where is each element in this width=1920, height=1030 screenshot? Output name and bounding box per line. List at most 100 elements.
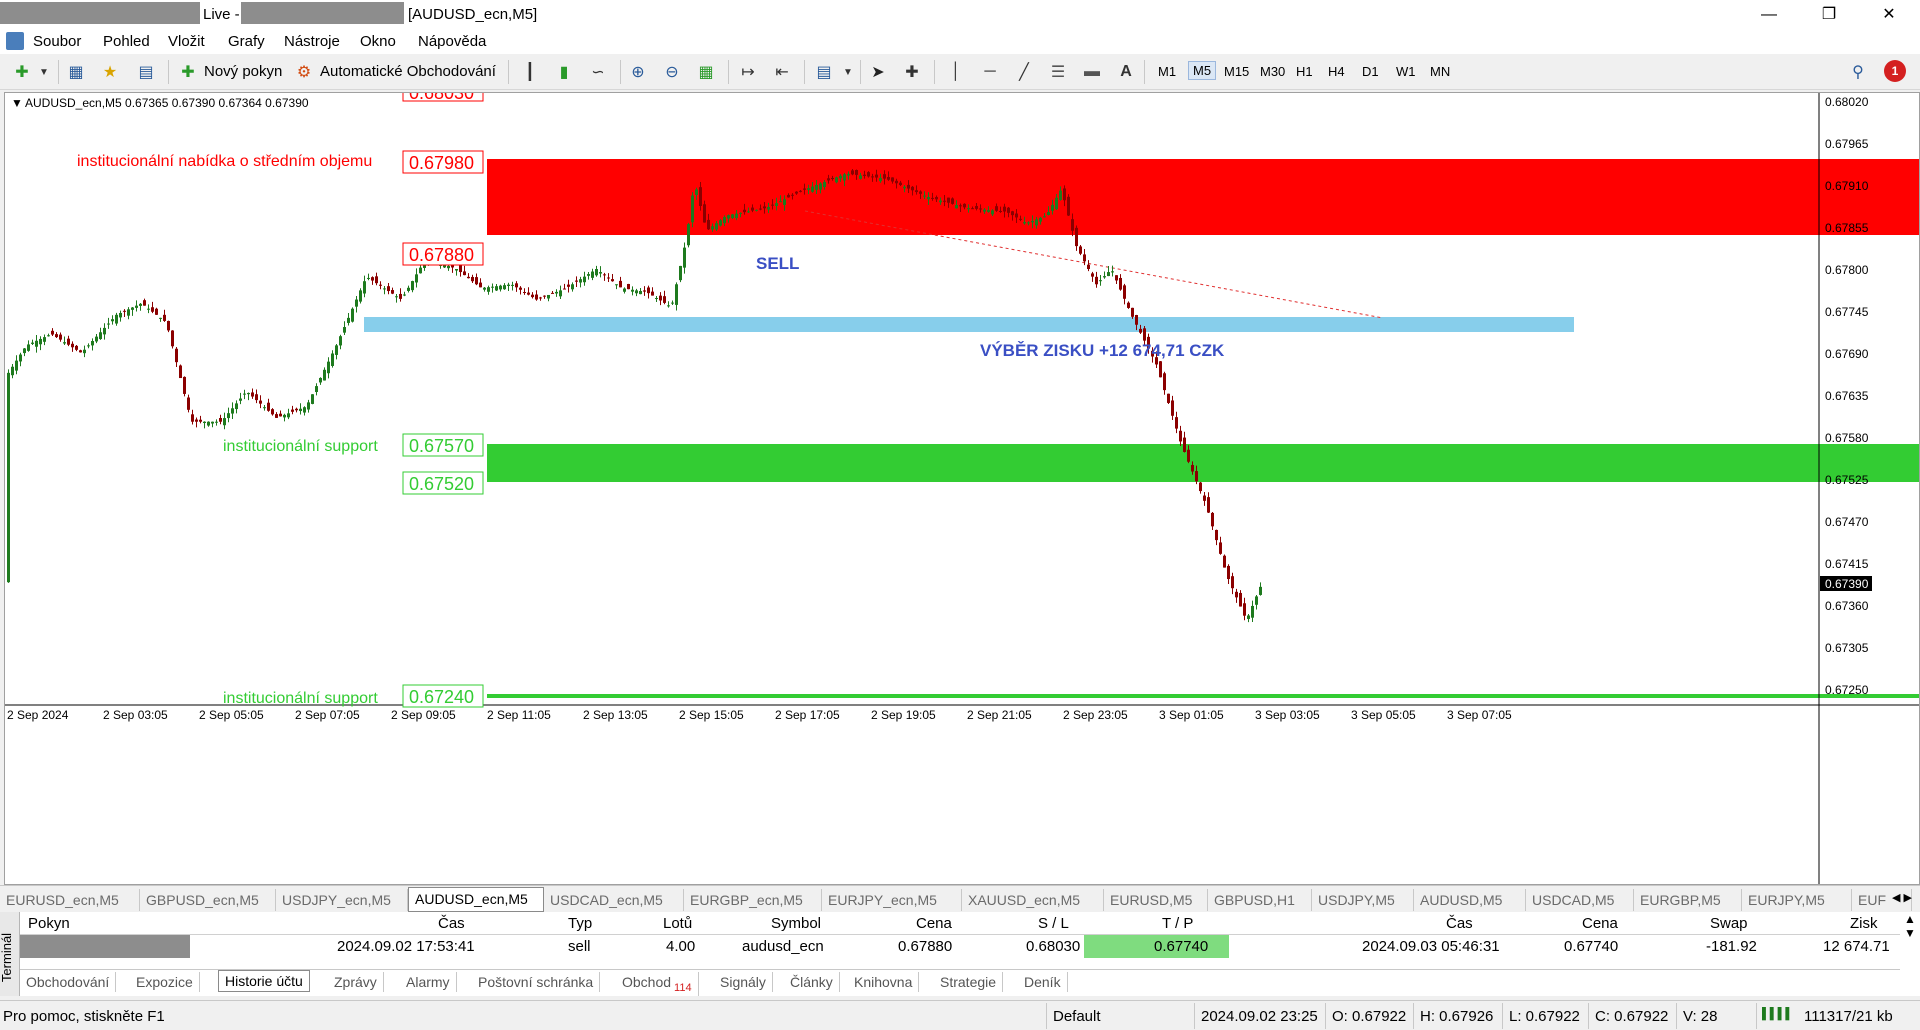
symbol-tab[interactable]: USDJPY_ecn,M5 [276,889,408,911]
vertical-line-icon[interactable]: │ [944,60,968,84]
new-order-button[interactable]: Nový pokyn [204,63,282,80]
auto-scroll-icon[interactable]: ↦ [736,60,760,84]
notification-badge[interactable]: 1 [1884,60,1906,82]
timeframe-d1[interactable]: D1 [1358,63,1383,80]
menu-soubor[interactable]: Soubor [33,33,81,50]
col-lotu[interactable]: Lotů [663,915,692,932]
text-tool-icon[interactable]: A [1114,60,1138,84]
symbol-tab[interactable]: EURGBP,M5 [1634,889,1742,911]
profiles-icon[interactable]: ▦ [64,60,88,84]
trendline-icon[interactable]: ╱ [1012,60,1036,84]
symbol-tab[interactable]: AUDUSD_ecn,M5 [408,887,544,912]
cursor-icon[interactable]: ➤ [866,60,890,84]
zoom-out-icon[interactable]: ⊖ [660,60,684,84]
terminal-tab[interactable]: Poštovní schránka [472,972,601,992]
chart-canvas[interactable]: 0.68020 0.67965 0.67910 0.67855 0.67800 … [5,93,1919,884]
symbol-tab[interactable]: GBPUSD_ecn,M5 [140,889,276,911]
fibonacci-icon[interactable]: ☰ [1046,60,1070,84]
favorites-icon[interactable]: ★ [98,60,122,84]
timeframe-m15[interactable]: M15 [1220,63,1253,80]
col-swap[interactable]: Swap [1710,915,1748,932]
candlestick-icon[interactable]: ▮ [552,60,576,84]
candle-body [939,200,942,203]
candle-body [367,277,370,279]
col-cas-close[interactable]: Čas [1446,915,1473,932]
new-chart-icon[interactable]: ✚ [10,60,34,84]
minimize-icon[interactable]: — [1746,0,1792,29]
status-profile[interactable]: Default [1053,1008,1101,1025]
terminal-tab[interactable]: Obchodování [20,972,117,992]
candle-body [719,220,722,226]
terminal-tab[interactable]: Články [784,972,840,992]
terminal-tab[interactable]: Obchod 114 [616,972,699,996]
menu-okno[interactable]: Okno [360,33,396,50]
indicators-icon[interactable]: ▤ [812,60,836,84]
col-zisk[interactable]: Zisk [1850,915,1878,932]
new-order-icon[interactable]: ✚ [176,60,200,84]
table-row[interactable]: 2024.09.02 17:53:41 sell 4.00 audusd_ecn… [20,935,1900,958]
indicators-dropdown-icon[interactable]: ▼ [836,60,860,84]
terminal-tab[interactable]: Zprávy [328,972,384,992]
timeframe-h4[interactable]: H4 [1324,63,1349,80]
scroll-arrows[interactable]: ▲ ▼ [1900,912,1920,969]
terminal-tab[interactable]: Signály [714,972,773,992]
navigator-icon[interactable]: ▤ [134,60,158,84]
tabs-scroll-arrows[interactable]: ◀ ▶ [1892,891,1912,904]
bar-chart-icon[interactable]: ┃ [518,60,542,84]
symbol-tab[interactable]: USDJPY,M5 [1312,889,1414,911]
symbol-tab[interactable]: EURJPY,M5 [1742,889,1852,911]
col-typ[interactable]: Typ [568,915,592,932]
symbol-tab[interactable]: EURGBP_ecn,M5 [684,889,822,911]
symbol-tab[interactable]: EURUSD_ecn,M5 [0,889,140,911]
terminal-tab[interactable]: Historie účtu [218,970,310,992]
timeframe-m1[interactable]: M1 [1154,63,1180,80]
candle-body [791,194,794,196]
timeframe-h1[interactable]: H1 [1292,63,1317,80]
menu-pohled[interactable]: Pohled [103,33,150,50]
terminal-side-label[interactable]: Terminál [0,912,20,996]
col-tp[interactable]: T / P [1162,915,1193,932]
crosshair-icon[interactable]: ✚ [900,60,924,84]
auto-trading-icon[interactable]: ⚙ [292,60,316,84]
symbol-tab[interactable]: GBPUSD,H1 [1208,889,1312,911]
timeframe-w1[interactable]: W1 [1392,63,1420,80]
terminal-tab[interactable]: Knihovna [848,972,920,992]
terminal-tab[interactable]: Alarmy [400,972,457,992]
symbol-tab[interactable]: USDCAD_ecn,M5 [544,889,684,911]
horizontal-line-icon[interactable]: ─ [978,60,1002,84]
col-sl[interactable]: S / L [1038,915,1069,932]
symbol-tab[interactable]: XAUUSD_ecn,M5 [962,889,1104,911]
candle-body [379,284,382,286]
symbol-tab[interactable]: USDCAD,M5 [1526,889,1634,911]
menu-vlozit[interactable]: Vložit [168,33,205,50]
chart-shift-icon[interactable]: ⇤ [770,60,794,84]
app-menu-icon[interactable] [6,32,24,50]
timeframe-m5[interactable]: M5 [1188,61,1217,80]
auto-trading-button[interactable]: Automatické Obchodování [320,63,496,80]
price-chart[interactable]: 0.68020 0.67965 0.67910 0.67855 0.67800 … [4,92,1920,885]
terminal-tab[interactable]: Strategie [934,972,1004,992]
col-symbol[interactable]: Symbol [771,915,821,932]
symbol-tab[interactable]: EURUSD,M5 [1104,889,1208,911]
terminal-tab[interactable]: Expozice [130,972,200,992]
symbol-tab[interactable]: EURJPY_ecn,M5 [822,889,962,911]
col-cas[interactable]: Čas [438,915,465,932]
terminal-tab[interactable]: Deník [1018,972,1068,992]
timeframe-m30[interactable]: M30 [1256,63,1289,80]
col-pokyn[interactable]: Pokyn [28,915,70,932]
shapes-icon[interactable]: ▬ [1080,60,1104,84]
search-icon[interactable]: ⚲ [1846,60,1870,84]
menu-nastroje[interactable]: Nástroje [284,33,340,50]
timeframe-mn[interactable]: MN [1426,63,1454,80]
zoom-in-icon[interactable]: ⊕ [626,60,650,84]
col-cena[interactable]: Cena [916,915,952,932]
menu-grafy[interactable]: Grafy [228,33,265,50]
tile-windows-icon[interactable]: ▦ [694,60,718,84]
restore-icon[interactable]: ❐ [1806,0,1852,29]
close-icon[interactable]: ✕ [1866,0,1912,29]
dropdown-arrow-icon[interactable]: ▼ [32,60,56,84]
menu-napoveda[interactable]: Nápověda [418,33,486,50]
symbol-tab[interactable]: AUDUSD,M5 [1414,889,1526,911]
col-cena-close[interactable]: Cena [1582,915,1618,932]
line-chart-icon[interactable]: ∽ [586,60,610,84]
